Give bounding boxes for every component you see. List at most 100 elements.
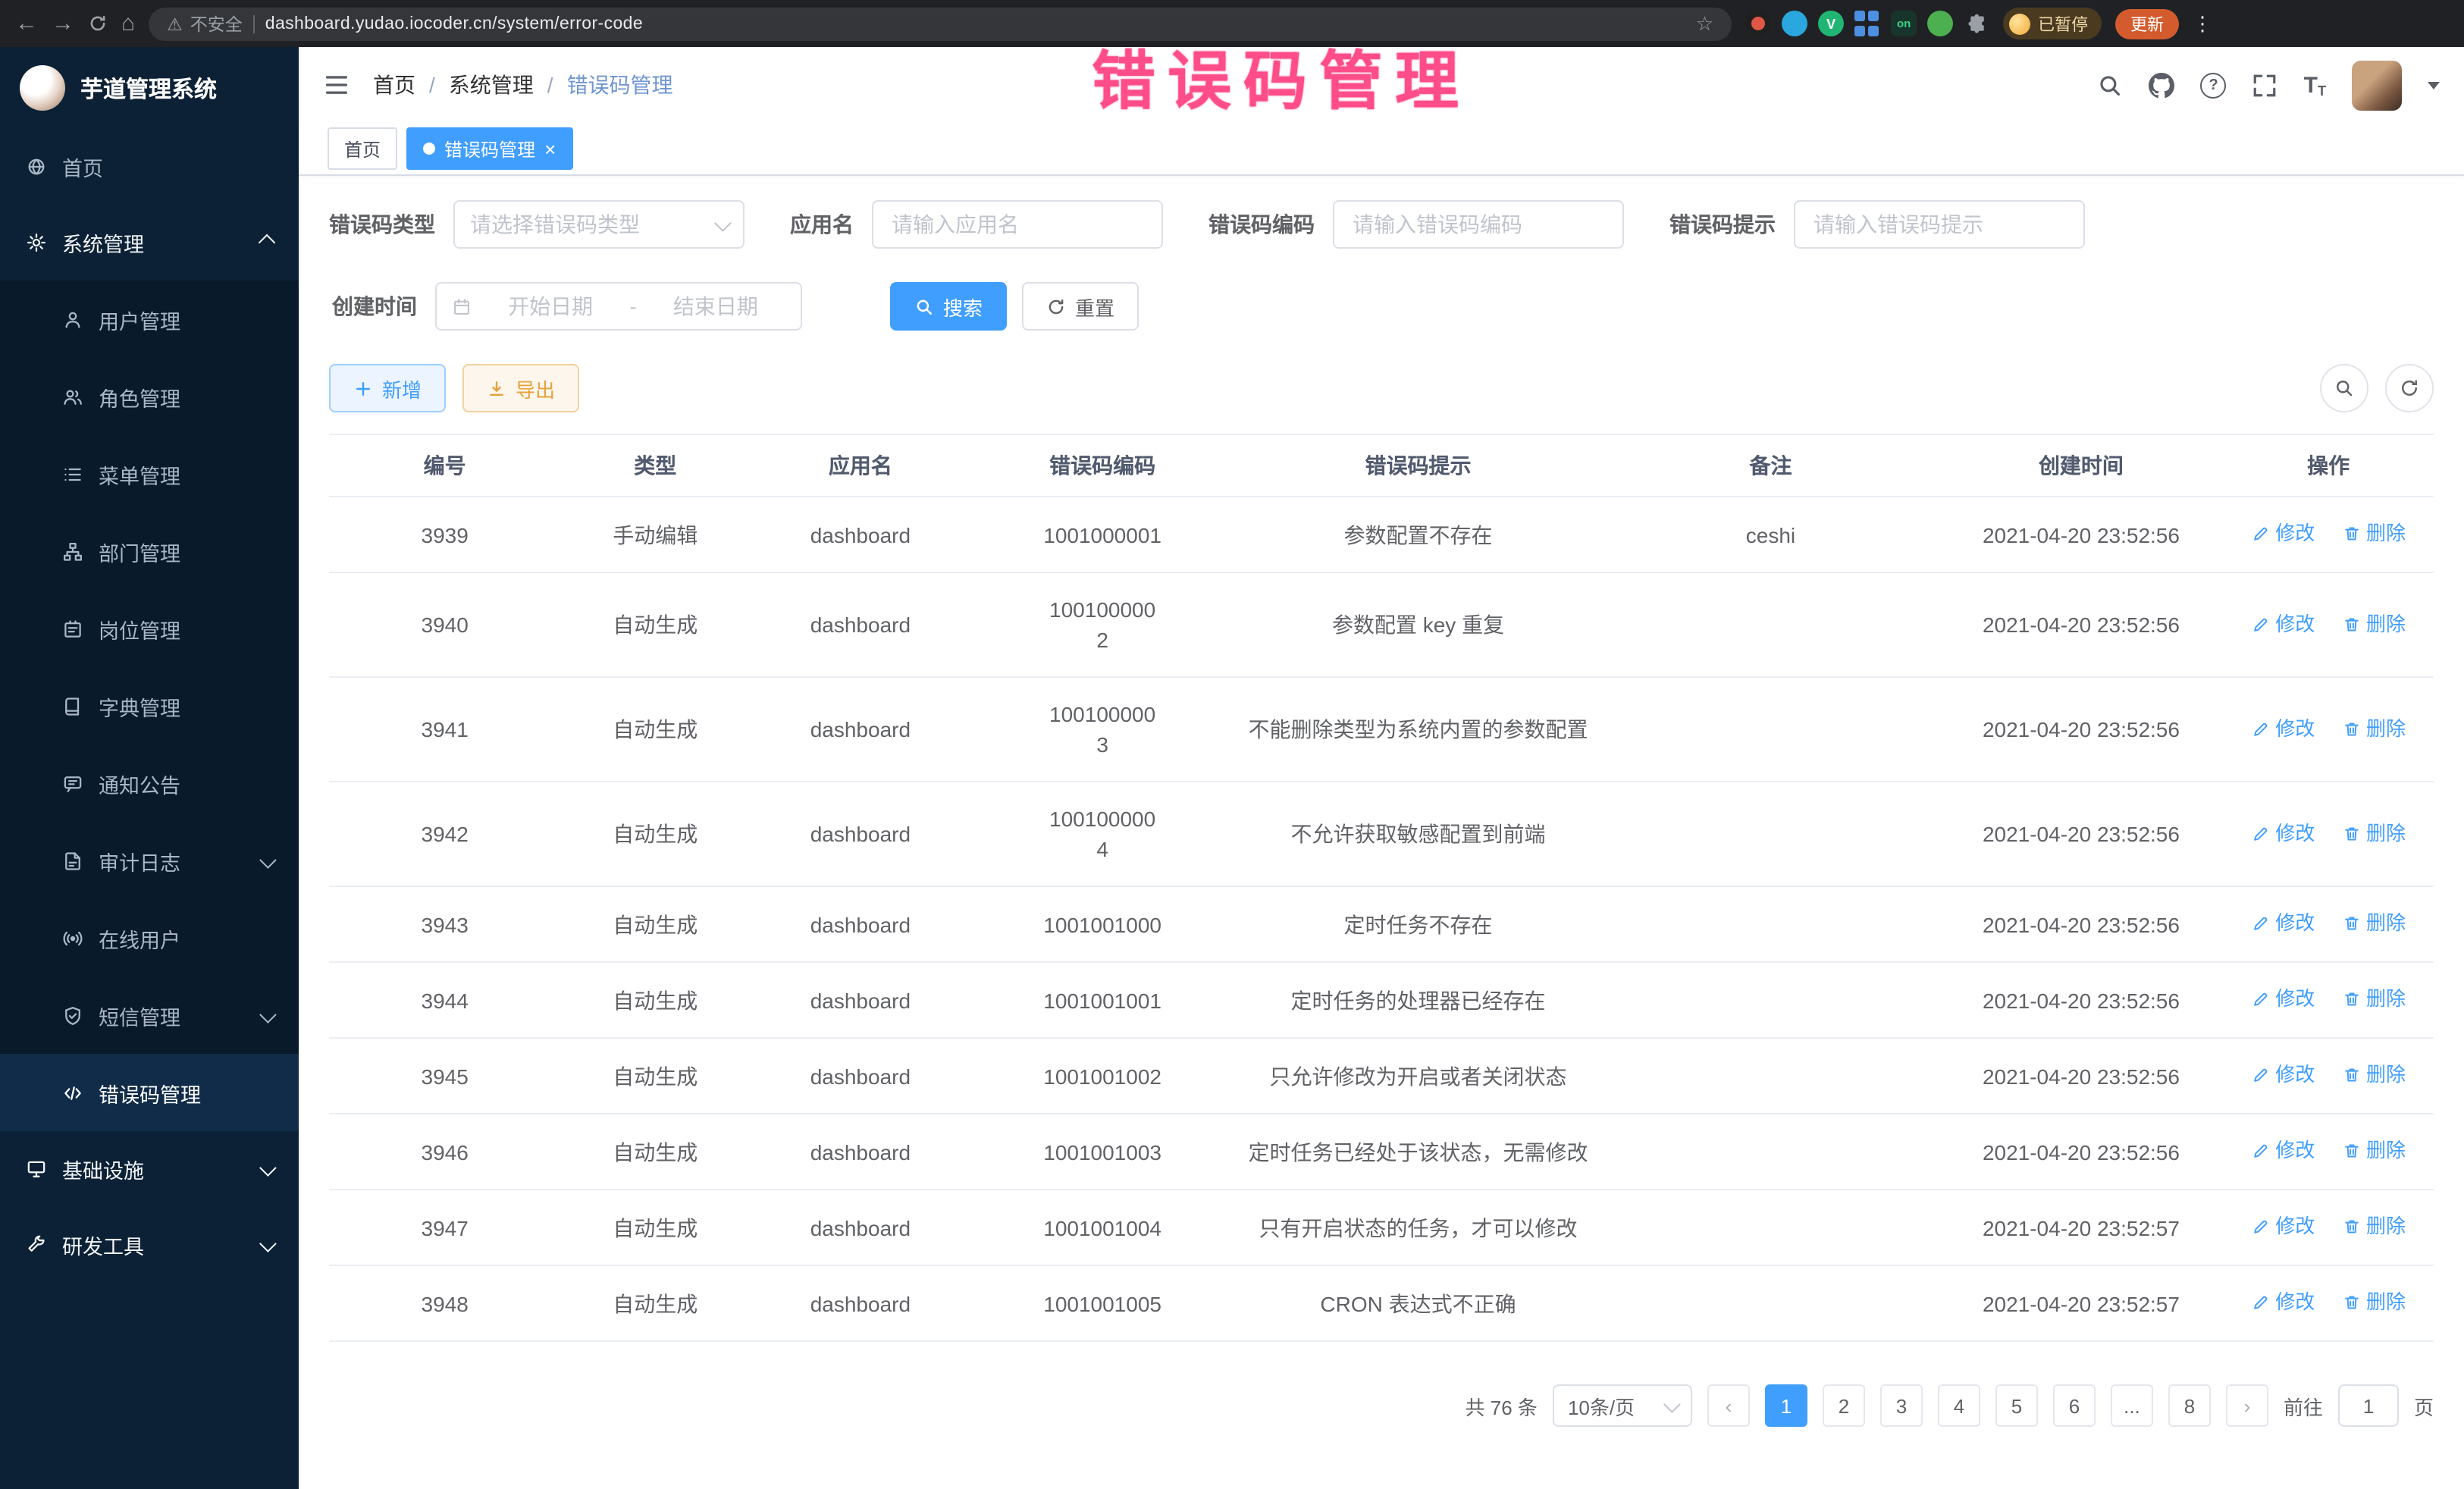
edit-link[interactable]: 修改 [2251, 818, 2315, 848]
font-size-icon[interactable] [2304, 72, 2326, 98]
tab-error-code-management[interactable]: 错误码管理 [406, 127, 572, 170]
page-button-8[interactable]: 8 [2168, 1384, 2211, 1427]
sidebar-item-user-management[interactable]: 用户管理 [0, 281, 299, 358]
delete-link[interactable]: 删除 [2342, 1287, 2406, 1318]
extension-leaf-icon[interactable] [1927, 11, 1953, 36]
sidebar-item-notice[interactable]: 通知公告 [0, 744, 299, 822]
forward-icon[interactable]: → [52, 12, 74, 35]
page-button-1[interactable]: 1 [1765, 1384, 1807, 1427]
extensions-puzzle-icon[interactable] [1964, 11, 1989, 36]
filter-label: 错误码类型 [329, 209, 453, 240]
page-size-select[interactable]: 10条/页 [1553, 1384, 1692, 1427]
extension-v-icon[interactable]: V [1818, 11, 1844, 36]
sidebar-item-menu-management[interactable]: 菜单管理 [0, 435, 299, 513]
sidebar-group-dev-tools[interactable]: 研发工具 [0, 1207, 299, 1283]
sidebar-item-role-management[interactable]: 角色管理 [0, 358, 299, 435]
chevron-down-icon [259, 1235, 277, 1252]
delete-link[interactable]: 删除 [2342, 1136, 2406, 1166]
page-button-3[interactable]: 3 [1880, 1384, 1923, 1427]
close-icon[interactable] [544, 139, 556, 158]
delete-link[interactable]: 删除 [2342, 609, 2406, 639]
extension-drop-icon[interactable] [1782, 11, 1807, 36]
edit-link[interactable]: 修改 [2251, 609, 2315, 639]
pagination: 共 76 条 10条/页 ‹ 1 2 3 4 5 6 ... 8 › 前往 [329, 1384, 2434, 1427]
fullscreen-icon[interactable] [2252, 72, 2278, 98]
next-page-button[interactable]: › [2226, 1384, 2268, 1427]
refresh-table-button[interactable] [2385, 364, 2434, 412]
export-button[interactable]: 导出 [462, 364, 579, 412]
sidebar-item-sms-management[interactable]: 短信管理 [0, 976, 299, 1054]
table-row: 3947 自动生成 dashboard 1001001004 只有开启状态的任务… [329, 1190, 2434, 1265]
edit-link[interactable]: 修改 [2251, 984, 2315, 1014]
edit-link[interactable]: 修改 [2251, 713, 2315, 744]
extension-red-dot-icon[interactable] [1745, 11, 1771, 36]
back-icon[interactable]: ← [15, 12, 38, 35]
browser-menu-icon[interactable]: ⋮ [2193, 11, 2212, 36]
sidebar-item-post-management[interactable]: 岗位管理 [0, 590, 299, 667]
cell-id: 3944 [329, 962, 560, 1038]
pages-ellipsis[interactable]: ... [2111, 1384, 2153, 1427]
prev-page-button[interactable]: ‹ [1707, 1384, 1750, 1427]
extension-grid-icon[interactable] [1854, 11, 1880, 36]
error-hint-input[interactable] [1810, 211, 2068, 238]
add-button[interactable]: 新增 [329, 364, 446, 412]
sidebar-item-dict-management[interactable]: 字典管理 [0, 667, 299, 744]
browser-update-button[interactable]: 更新 [2115, 8, 2179, 39]
trash-icon [2342, 914, 2360, 933]
edit-link[interactable]: 修改 [2251, 908, 2315, 939]
sidebar-item-department-management[interactable]: 部门管理 [0, 513, 299, 590]
app-name-input[interactable] [889, 211, 1146, 238]
delete-link[interactable]: 删除 [2342, 908, 2406, 939]
sidebar-item-audit-log[interactable]: 审计日志 [0, 822, 299, 899]
sidebar-group-system[interactable]: 系统管理 [0, 205, 299, 281]
page-button-4[interactable]: 4 [1938, 1384, 1980, 1427]
tab-home[interactable]: 首页 [328, 127, 397, 170]
edit-link[interactable]: 修改 [2251, 519, 2315, 549]
delete-link[interactable]: 删除 [2342, 1212, 2406, 1242]
tags-view-bar: 首页 错误码管理 [299, 123, 2464, 176]
create-time-range-picker[interactable]: 开始日期 - 结束日期 [435, 282, 802, 331]
profile-paused-chip[interactable]: 已暂停 [2003, 8, 2102, 39]
bookmark-star-icon[interactable]: ☆ [1696, 11, 1713, 36]
goto-page-input[interactable] [2338, 1384, 2399, 1427]
edit-pencil-icon [2251, 525, 2269, 543]
edit-link[interactable]: 修改 [2251, 1060, 2315, 1090]
reset-button[interactable]: 重置 [1022, 282, 1139, 331]
error-type-select[interactable]: 请选择错误码类型 [453, 200, 745, 249]
address-bar[interactable]: ⚠ 不安全 dashboard.yudao.iocoder.cn/system/… [149, 7, 1732, 40]
avatar-caret-icon[interactable] [2428, 81, 2440, 89]
table-header-row: 编号 类型 应用名 错误码编码 错误码提示 备注 创建时间 操作 [329, 434, 2434, 497]
sidebar-item-online-users[interactable]: 在线用户 [0, 899, 299, 976]
page-button-5[interactable]: 5 [1995, 1384, 2038, 1427]
app-logo-row[interactable]: 芋道管理系统 [0, 47, 299, 129]
sidebar-item-home[interactable]: 首页 [0, 129, 299, 205]
breadcrumb-home[interactable]: 首页 [373, 70, 415, 100]
search-icon[interactable] [2098, 72, 2124, 98]
search-button[interactable]: 搜索 [890, 282, 1007, 331]
extension-on-badge-icon[interactable]: on [1891, 11, 1917, 36]
edit-link[interactable]: 修改 [2251, 1136, 2315, 1166]
edit-link[interactable]: 修改 [2251, 1212, 2315, 1242]
sidebar-item-error-code-management[interactable]: 错误码管理 [0, 1054, 299, 1131]
delete-link[interactable]: 删除 [2342, 713, 2406, 744]
delete-link[interactable]: 删除 [2342, 818, 2406, 848]
user-avatar[interactable] [2352, 60, 2402, 110]
error-code-input[interactable] [1350, 211, 1607, 238]
delete-link[interactable]: 删除 [2342, 1060, 2406, 1090]
trash-icon [2342, 719, 2360, 738]
github-icon[interactable] [2149, 72, 2175, 98]
delete-link[interactable]: 删除 [2342, 984, 2406, 1014]
help-icon[interactable] [2201, 72, 2227, 98]
page-button-6[interactable]: 6 [2053, 1384, 2096, 1427]
cell-remark [1602, 1190, 1939, 1265]
toggle-search-button[interactable] [2320, 364, 2368, 412]
page-button-2[interactable]: 2 [1823, 1384, 1865, 1427]
menu-fold-icon[interactable] [323, 71, 350, 99]
home-icon[interactable]: ⌂ [121, 12, 135, 35]
breadcrumb-system[interactable]: 系统管理 [415, 70, 534, 100]
reload-icon[interactable] [88, 14, 108, 33]
delete-link[interactable]: 删除 [2342, 519, 2406, 549]
cell-type: 手动编辑 [560, 497, 750, 572]
sidebar-group-infrastructure[interactable]: 基础设施 [0, 1131, 299, 1207]
edit-link[interactable]: 修改 [2251, 1287, 2315, 1318]
